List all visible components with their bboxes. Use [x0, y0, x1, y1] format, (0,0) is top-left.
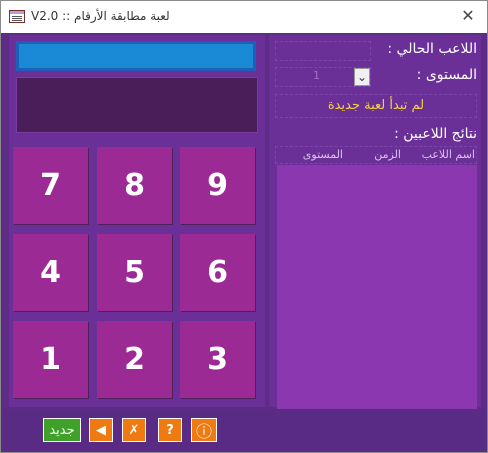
toolbar: جديد ◀ ✗ ? ⓘ: [1, 409, 487, 452]
number-display: [16, 41, 256, 71]
current-player-field: [275, 41, 371, 61]
column-player-name: اسم اللاعب: [421, 148, 475, 161]
key-6[interactable]: 6: [180, 234, 255, 311]
results-title: نتائج اللاعبين :: [394, 126, 477, 142]
key-2[interactable]: 2: [97, 321, 172, 398]
title-bar: لعبة مطابقة الأرقام :: V2.0 ✕: [1, 1, 487, 33]
info-panel: اللاعب الحالي : 1 ⌄ المستوى : لم تبدأ لع…: [269, 35, 481, 409]
column-level: المستوى: [302, 148, 343, 161]
window-title: لعبة مطابقة الأرقام :: V2.0: [31, 9, 170, 23]
close-button[interactable]: ✕: [459, 7, 477, 25]
key-8[interactable]: 8: [97, 147, 172, 224]
key-5[interactable]: 5: [97, 234, 172, 311]
results-list[interactable]: [277, 165, 477, 409]
back-button[interactable]: ◀: [89, 418, 113, 442]
status-message: لم تبدأ لعبة جديدة: [327, 98, 425, 113]
target-display: [16, 77, 258, 133]
key-4[interactable]: 4: [13, 234, 88, 311]
key-9[interactable]: 9: [180, 147, 255, 224]
number-display-screen: [19, 44, 253, 68]
column-time: الزمن: [374, 148, 401, 161]
cancel-button[interactable]: ✗: [122, 418, 146, 442]
level-dropdown-button[interactable]: ⌄: [354, 68, 370, 86]
game-panel: 7 8 9 4 5 6 1 2 3: [9, 35, 265, 407]
app-window: لعبة مطابقة الأرقام :: V2.0 ✕ 7 8 9 4 5 …: [0, 0, 488, 453]
key-1[interactable]: 1: [13, 321, 88, 398]
level-value: 1: [313, 69, 320, 82]
new-game-button[interactable]: جديد: [43, 418, 81, 442]
key-3[interactable]: 3: [180, 321, 255, 398]
level-label: المستوى :: [416, 67, 477, 83]
form-icon: [9, 10, 25, 23]
key-7[interactable]: 7: [13, 147, 88, 224]
help-button[interactable]: ?: [158, 418, 182, 442]
current-player-label: اللاعب الحالي :: [387, 41, 477, 57]
info-button[interactable]: ⓘ: [191, 418, 217, 442]
